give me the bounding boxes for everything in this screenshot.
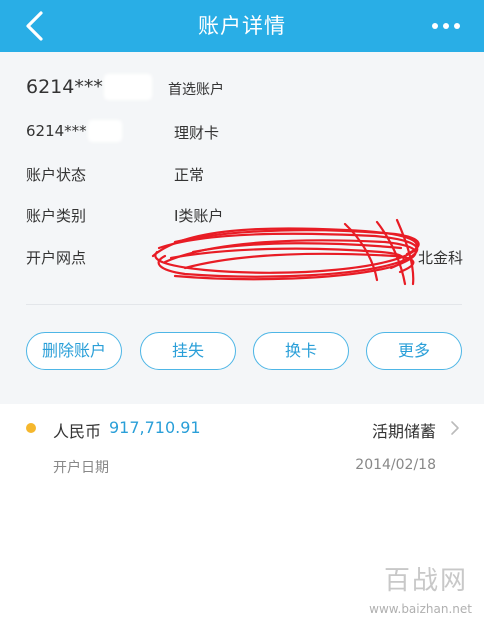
page-title: 账户详情 (198, 14, 286, 38)
divider (26, 304, 462, 305)
balance-amount: 917,710.91 (109, 418, 201, 437)
report-loss-button[interactable]: 挂失 (140, 332, 236, 370)
replace-card-button[interactable]: 换卡 (253, 332, 349, 370)
redaction-mask (88, 120, 122, 142)
delete-account-button[interactable]: 删除账户 (26, 332, 122, 370)
sub-card-number: 6214*** (26, 122, 87, 140)
branch-value-tail: 北金科 (418, 249, 464, 267)
more-dot (432, 23, 438, 29)
more-actions-button[interactable]: 更多 (366, 332, 462, 370)
status-dot-icon (26, 423, 36, 433)
card-number: 6214*** (26, 76, 103, 98)
category-label: 账户类别 (26, 207, 87, 225)
primary-account-tag: 首选账户 (168, 82, 224, 98)
header-bar: 账户详情 (0, 0, 484, 52)
currency-label: 人民币 (53, 422, 102, 441)
status-value: 正常 (174, 166, 205, 184)
site-watermark: 百战网 www.baizhan.net (326, 560, 476, 616)
account-info-card: 6214*** 首选账户 6214*** 理财卡 账户状态 正常 账户类别 I类… (0, 52, 484, 396)
chevron-right-icon (451, 421, 459, 435)
more-dot (443, 23, 449, 29)
watermark-url: www.baizhan.net (369, 602, 472, 616)
status-label: 账户状态 (26, 166, 87, 184)
section-gap (0, 396, 484, 404)
watermark-logo: 百战网 (383, 566, 468, 596)
account-list-item[interactable]: 人民币 917,710.91 活期储蓄 开户日期 2014/02/18 (0, 404, 484, 484)
deposit-type: 活期储蓄 (371, 422, 436, 441)
more-options-button[interactable] (426, 12, 466, 40)
redaction-mask (104, 74, 152, 100)
branch-label: 开户网点 (26, 249, 87, 267)
open-date-label: 开户日期 (53, 460, 109, 476)
sub-card-type: 理财卡 (174, 124, 220, 142)
more-dot (454, 23, 460, 29)
open-date-value: 2014/02/18 (355, 457, 436, 473)
category-value: I类账户 (174, 207, 224, 225)
